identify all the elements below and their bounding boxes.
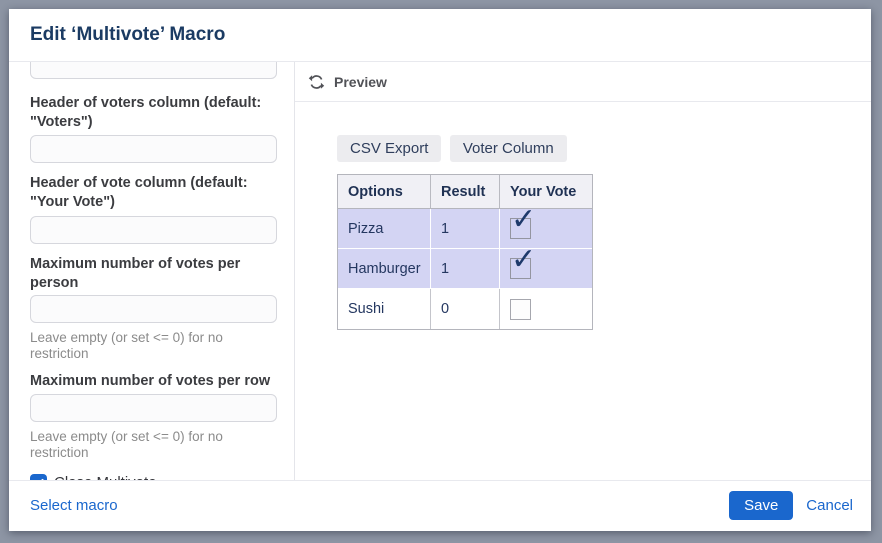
edit-macro-dialog: Edit ‘Multivote’ Macro Header of voters … — [9, 9, 871, 531]
result-cell: 1 — [431, 209, 500, 249]
table-row-pizza: Pizza 1 — [338, 209, 592, 249]
max-votes-row-helper: Leave empty (or set <= 0) for no restric… — [30, 429, 276, 461]
select-macro-link[interactable]: Select macro — [30, 497, 118, 514]
table-row-hamburger: Hamburger 1 — [338, 249, 592, 289]
check-icon — [32, 476, 45, 480]
cancel-link[interactable]: Cancel — [806, 497, 853, 514]
close-multivote-row: Close Multivote — [30, 474, 276, 480]
option-cell: Pizza — [338, 209, 431, 249]
result-cell: 0 — [431, 289, 500, 329]
result-cell: 1 — [431, 249, 500, 289]
max-votes-person-helper: Leave empty (or set <= 0) for no restric… — [30, 330, 276, 362]
max-votes-person-input[interactable] — [30, 295, 277, 323]
column-header-options: Options — [338, 175, 431, 209]
option-cell: Hamburger — [338, 249, 431, 289]
vote-cell — [500, 289, 592, 329]
vote-checkbox[interactable] — [510, 299, 531, 320]
vote-table-header-row: Options Result Your Vote — [338, 175, 592, 209]
vote-column-label: Header of vote column (default: "Your Vo… — [30, 174, 288, 212]
preview-title: Preview — [334, 74, 387, 90]
close-multivote-label: Close Multivote — [54, 474, 157, 480]
dialog-title: Edit ‘Multivote’ Macro — [30, 24, 225, 46]
dialog-header: Edit ‘Multivote’ Macro — [9, 9, 871, 62]
preview-header: Preview — [295, 62, 871, 102]
max-votes-person-label: Maximum number of votes per person — [30, 255, 288, 293]
csv-export-button[interactable]: CSV Export — [337, 135, 441, 162]
vote-checkbox[interactable] — [510, 258, 531, 279]
vote-cell — [500, 249, 592, 289]
scrolled-field-input[interactable] — [30, 62, 277, 79]
vote-column-input[interactable] — [30, 216, 277, 244]
dialog-body: Header of voters column (default: "Voter… — [9, 62, 871, 480]
close-multivote-checkbox[interactable] — [30, 474, 47, 480]
option-cell: Sushi — [338, 289, 431, 329]
table-row-sushi: Sushi 0 — [338, 289, 592, 329]
voter-column-button[interactable]: Voter Column — [450, 135, 567, 162]
voters-column-label: Header of voters column (default: "Voter… — [30, 94, 288, 132]
vote-checkbox[interactable] — [510, 218, 531, 239]
modal-overlay: Edit ‘Multivote’ Macro Header of voters … — [0, 0, 882, 543]
max-votes-row-input[interactable] — [30, 394, 277, 422]
refresh-icon[interactable] — [308, 74, 325, 90]
preview-panel: Preview CSV Export Voter Column Options … — [295, 62, 871, 480]
macro-form-panel: Header of voters column (default: "Voter… — [9, 62, 295, 480]
vote-table: Options Result Your Vote Pizza 1 — [337, 174, 593, 330]
column-header-result: Result — [431, 175, 500, 209]
save-button[interactable]: Save — [729, 491, 793, 520]
preview-content: CSV Export Voter Column Options Result Y… — [295, 102, 871, 330]
dialog-footer: Select macro Save Cancel — [9, 480, 871, 529]
voters-column-input[interactable] — [30, 135, 277, 163]
max-votes-row-label: Maximum number of votes per row — [30, 372, 288, 391]
